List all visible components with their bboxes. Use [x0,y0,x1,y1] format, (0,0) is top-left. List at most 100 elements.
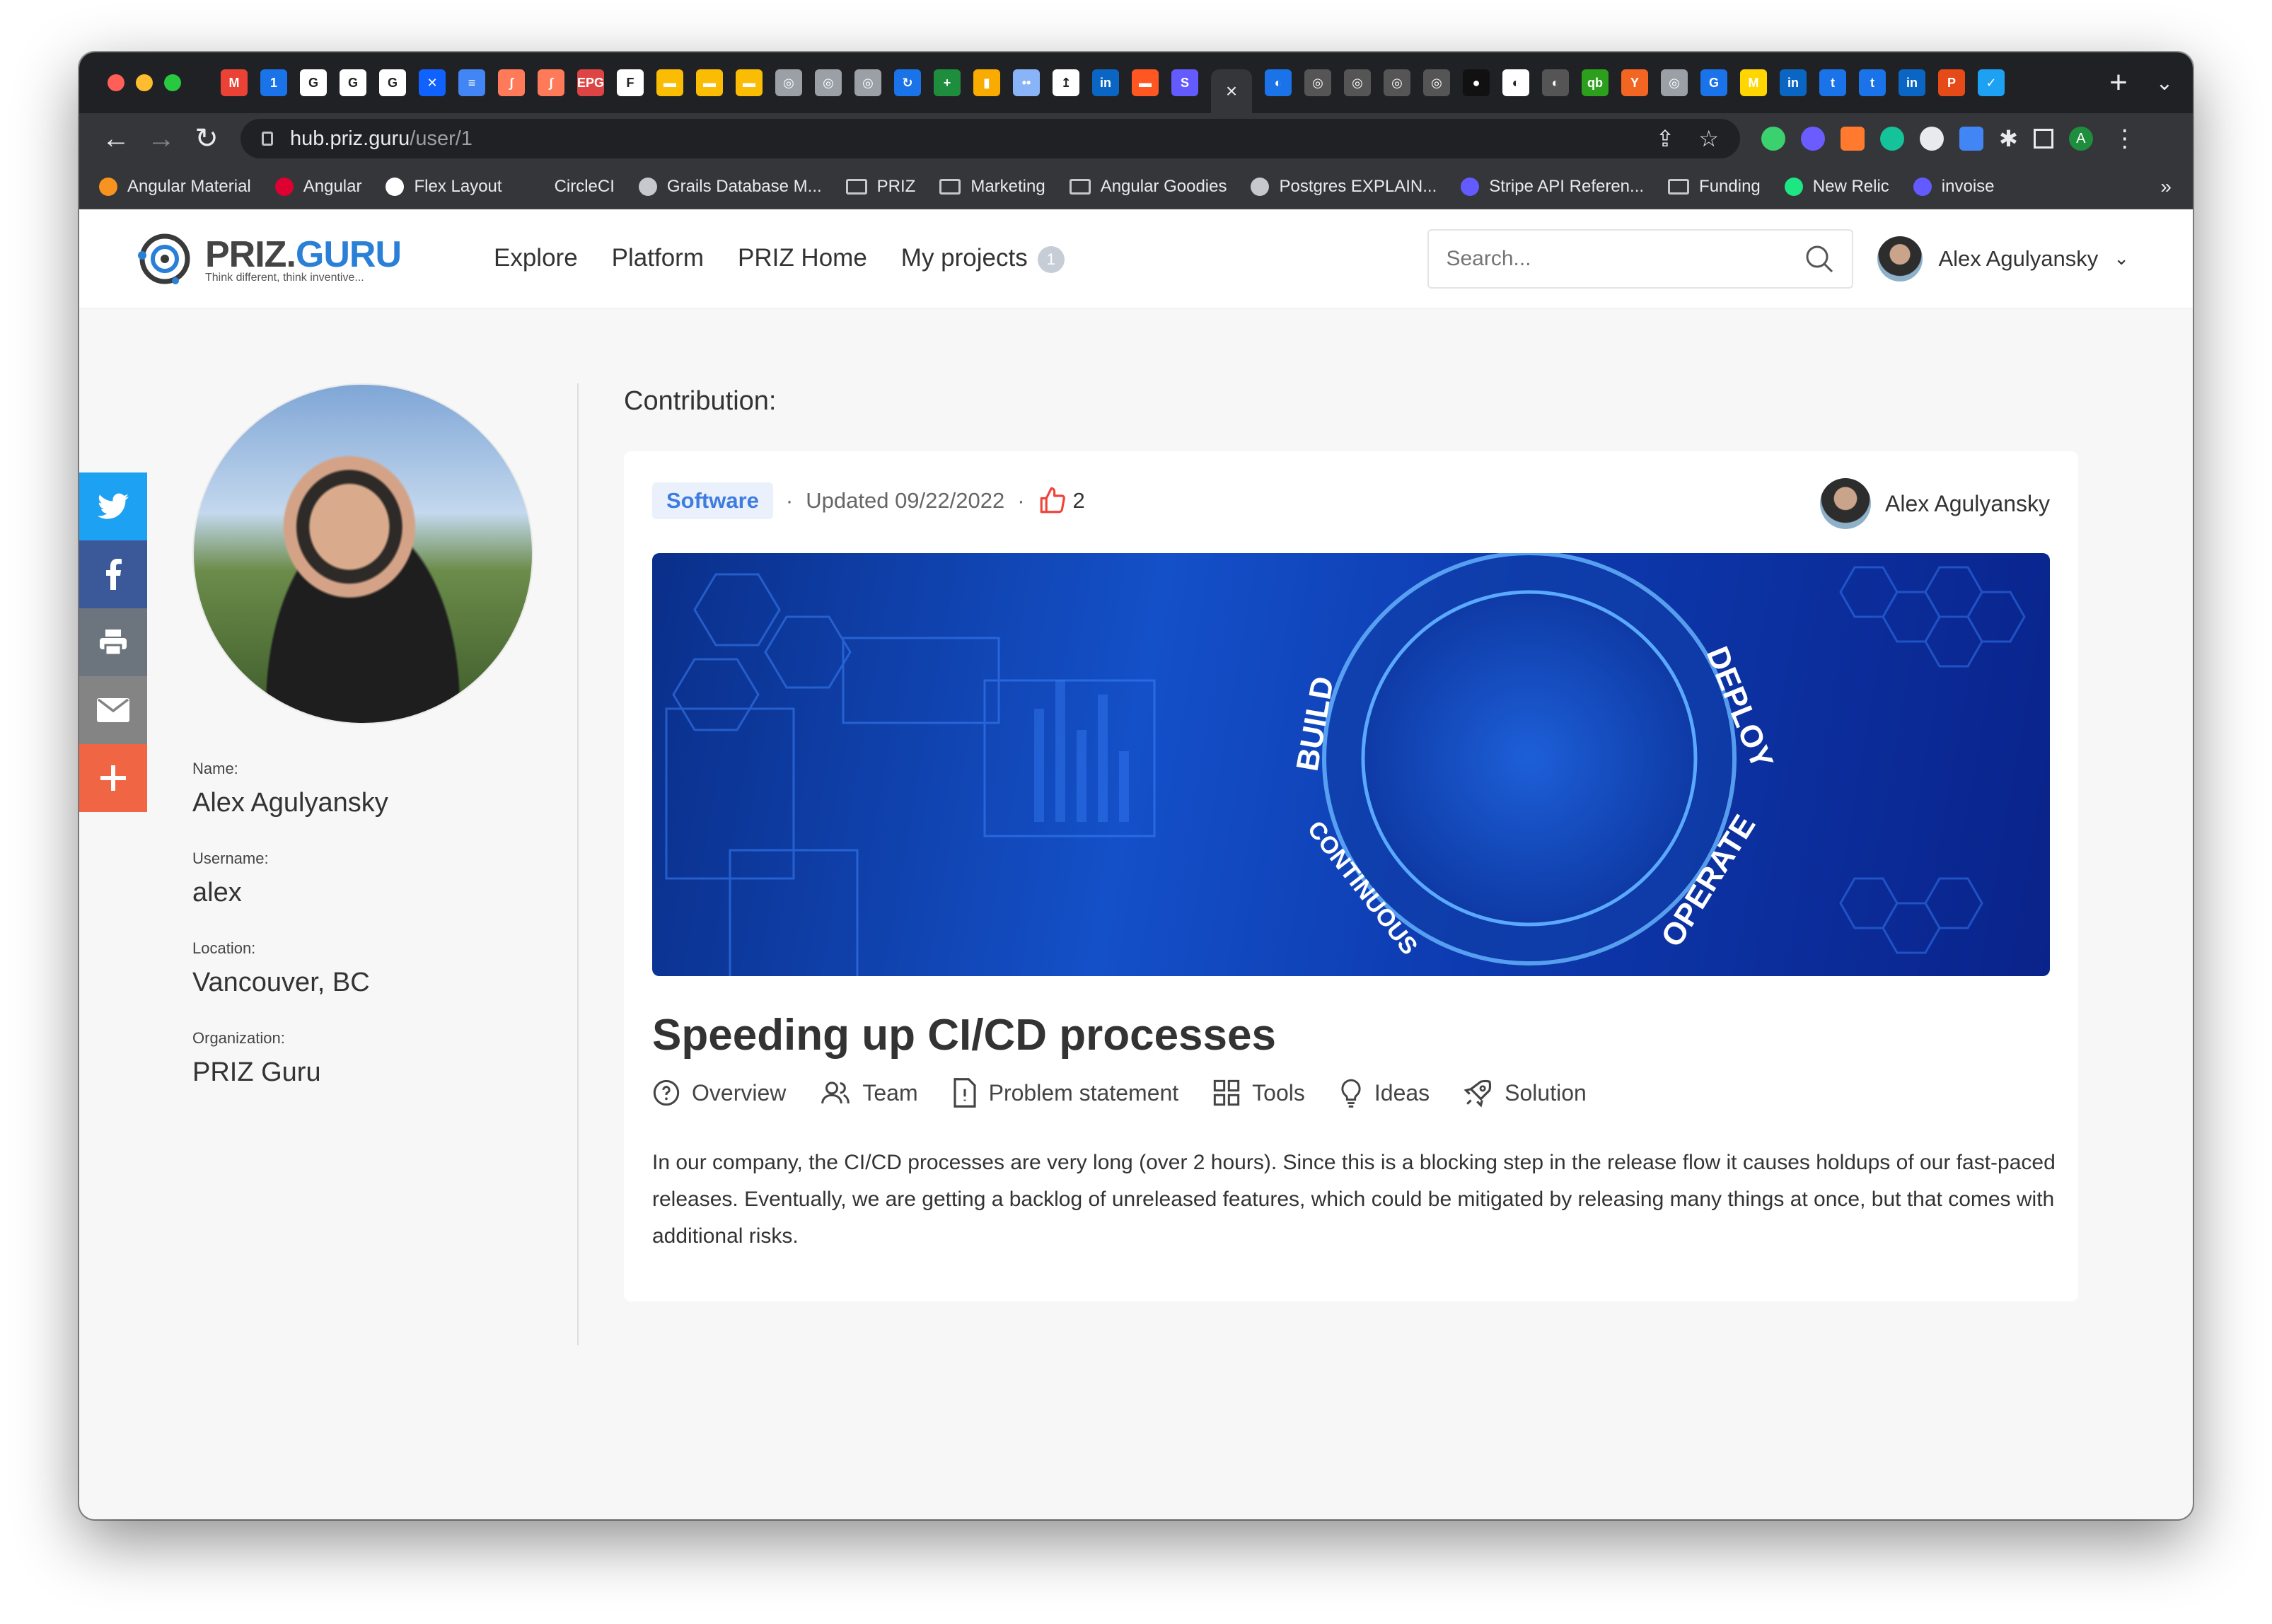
browser-tab[interactable]: in [1780,69,1807,96]
twitter-share-button[interactable] [79,472,147,540]
browser-tab[interactable]: ↥ [1053,69,1079,96]
browser-tab[interactable]: ◐ [1542,69,1569,96]
browser-tab[interactable]: S [1171,69,1198,96]
tab-overview[interactable]: Overview [652,1078,786,1108]
browser-tab[interactable]: ∫ [498,69,525,96]
bookmark-item[interactable]: CircleCI [526,177,615,197]
facebook-share-button[interactable] [79,540,147,608]
bookmark-item[interactable]: Grails Database M... [638,177,822,197]
extension-icon[interactable] [1801,127,1825,151]
extension-icon[interactable] [1920,127,1944,151]
browser-tab[interactable]: + [934,69,961,96]
address-bar[interactable]: hub.priz.guru/user/1 ⇪ ☆ [240,119,1740,158]
nav-explore[interactable]: Explore [494,244,578,273]
browser-tab[interactable]: ▬ [696,69,723,96]
bookmark-item[interactable]: Postgres EXPLAIN... [1251,177,1437,197]
hubspot-extension-icon[interactable] [1841,127,1865,151]
browser-tab[interactable]: ◎ [1661,69,1688,96]
bookmark-item[interactable]: Marketing [939,177,1045,197]
browser-tab[interactable]: ◐ [1265,69,1292,96]
tab-tools[interactable]: Tools [1212,1078,1305,1108]
tab-problem-statement[interactable]: Problem statement [952,1078,1178,1108]
browser-tab[interactable]: ∫ [538,69,564,96]
browser-tab[interactable]: ◐ [1502,69,1529,96]
browser-tab[interactable]: ◎ [1304,69,1331,96]
bookmark-item[interactable]: Flex Layout [386,177,502,197]
card-author[interactable]: Alex Agulyansky [1819,478,2050,529]
maximize-window-button[interactable] [164,74,181,91]
search-icon[interactable] [1804,243,1835,274]
browser-tab[interactable]: t [1859,69,1886,96]
browser-tab[interactable]: P [1938,69,1965,96]
minimize-window-button[interactable] [136,74,153,91]
browser-tab[interactable]: G [340,69,366,96]
bookmark-item[interactable]: Funding [1668,177,1761,197]
category-tag[interactable]: Software [652,482,773,519]
sidepanel-icon[interactable] [2033,129,2053,149]
profile-avatar[interactable]: A [2068,127,2093,151]
bookmarks-overflow-button[interactable]: » [2160,175,2172,198]
nav-priz-home[interactable]: PRIZ Home [738,244,867,273]
browser-tab[interactable]: ◎ [854,69,881,96]
email-share-button[interactable] [79,676,147,744]
browser-tab[interactable]: ≡ [458,69,485,96]
browser-tab[interactable]: M [221,69,248,96]
browser-tab[interactable]: ◎ [1384,69,1410,96]
browser-tab[interactable]: M [1740,69,1767,96]
bookmark-item[interactable]: invoise [1913,177,1995,197]
priz-logo[interactable]: PRIZ.GURU Think different, think inventi… [133,227,416,291]
browser-tab[interactable]: ● [1463,69,1490,96]
back-button[interactable]: ← [93,123,139,155]
user-menu[interactable]: Alex Agulyansky ⌄ [1877,236,2129,282]
new-tab-button[interactable]: + [2101,65,2136,100]
nav-my-projects[interactable]: My projects 1 [901,244,1065,273]
browser-tab[interactable]: ▬ [656,69,683,96]
browser-tab[interactable]: in [1092,69,1119,96]
extension-icon[interactable] [1761,127,1785,151]
forward-button[interactable]: → [139,123,184,155]
browser-tab[interactable]: G [300,69,327,96]
bookmark-star-icon[interactable]: ☆ [1698,125,1719,152]
browser-tab[interactable]: t [1819,69,1846,96]
contribution-title[interactable]: Speeding up CI/CD processes [652,1010,1276,1060]
browser-tab[interactable]: •• [1013,69,1040,96]
thumbs-up-icon[interactable] [1038,486,1067,516]
bookmark-item[interactable]: Angular [274,177,361,197]
print-button[interactable] [79,608,147,676]
tab-ideas[interactable]: Ideas [1339,1078,1430,1108]
bookmark-item[interactable]: Stripe API Referen... [1461,177,1644,197]
tab-search-button[interactable]: ⌄ [2136,71,2193,95]
bookmark-item[interactable]: New Relic [1784,177,1889,197]
contribution-card[interactable]: Software · Updated 09/22/2022 · 2 Alex A… [624,451,2078,1301]
browser-tab[interactable]: qb [1582,69,1609,96]
browser-tab[interactable]: ◎ [775,69,802,96]
browser-tab[interactable]: Y [1621,69,1648,96]
kebab-menu-icon[interactable]: ⋮ [2113,124,2137,153]
grammarly-extension-icon[interactable] [1880,127,1904,151]
browser-tab[interactable]: ◎ [1344,69,1371,96]
browser-tab[interactable]: ◎ [1423,69,1450,96]
browser-tab[interactable]: G [379,69,406,96]
browser-tab[interactable]: ✕ [419,69,446,96]
tab-solution[interactable]: Solution [1464,1078,1587,1108]
browser-tab[interactable]: EPG [577,69,604,96]
tab-team[interactable]: Team [820,1078,918,1108]
browser-tab[interactable]: in [1899,69,1925,96]
nav-platform[interactable]: Platform [612,244,704,273]
browser-tab[interactable]: ▬ [1132,69,1159,96]
more-share-button[interactable] [79,744,147,812]
translate-extension-icon[interactable] [1959,127,1983,151]
browser-tab[interactable]: ▮ [973,69,1000,96]
active-tab-close-button[interactable]: × [1211,69,1252,113]
share-icon[interactable]: ⇪ [1656,125,1675,152]
bookmark-item[interactable]: Angular Material [99,177,251,197]
browser-tab[interactable]: ↻ [894,69,921,96]
bookmark-item[interactable]: PRIZ [845,177,915,197]
browser-tab[interactable]: G [1700,69,1727,96]
browser-tab[interactable]: ✓ [1978,69,2005,96]
reload-button[interactable]: ↻ [184,122,229,155]
close-window-button[interactable] [108,74,124,91]
browser-tab[interactable]: ◎ [815,69,842,96]
browser-tab[interactable]: 1 [260,69,287,96]
search-input[interactable] [1446,246,1804,271]
